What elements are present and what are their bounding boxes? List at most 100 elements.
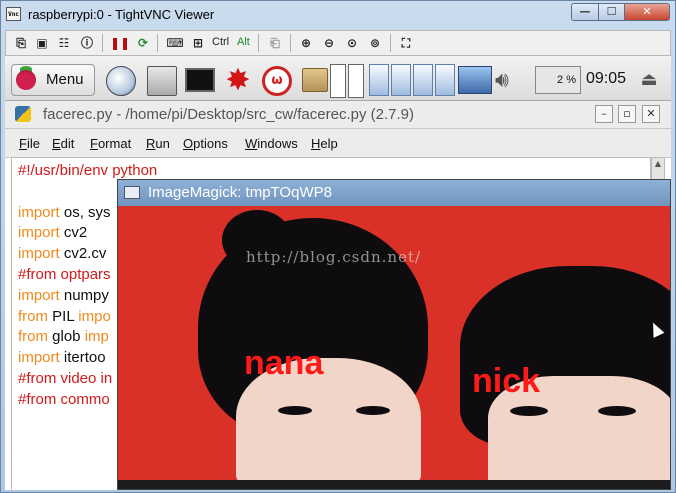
vnc-viewer-window: Vnc raspberrypi:0 - TightVNC Viewer — ☐ …	[0, 0, 676, 493]
vnc-close-button[interactable]: ✕	[624, 3, 670, 21]
face-label-nick: nick	[472, 362, 541, 400]
raspberry-pi-icon	[16, 70, 36, 90]
zoom-in-icon[interactable]: ⊕	[297, 34, 315, 52]
volume-icon[interactable]: 🔊︎	[495, 66, 525, 96]
new-connection-icon[interactable]: ⎘	[12, 34, 30, 52]
fullscreen-icon[interactable]: ⛶	[397, 34, 415, 52]
face-label-nana: nana	[244, 344, 324, 382]
imagemagick-window: ImageMagick: tmpTOqWP8 http://blog.csdn.…	[117, 179, 671, 490]
idle-maximize-button[interactable]: ▫	[618, 105, 636, 123]
idle-close-button[interactable]: ✕	[642, 105, 660, 123]
code-line: import cv2.cv	[18, 245, 106, 262]
wolfram-icon[interactable]: ω	[262, 66, 292, 96]
taskbar-window-button[interactable]	[435, 64, 455, 96]
code-keyword: imp	[84, 328, 109, 346]
taskbar-window-button[interactable]	[391, 64, 411, 96]
network-icon[interactable]	[458, 66, 492, 94]
taskbar-window-button[interactable]	[413, 64, 433, 96]
code-line: from PIL impo	[18, 308, 111, 325]
menu-windows[interactable]: Windows	[245, 136, 298, 151]
idle-minimize-button[interactable]: –	[595, 105, 613, 123]
imagemagick-window-title: ImageMagick: tmpTOqWP8	[148, 184, 332, 201]
toolbar-divider	[390, 34, 391, 52]
menu-label: Menu	[46, 71, 84, 88]
code-line: import cv2	[18, 224, 87, 241]
start-menu-button[interactable]: Menu	[11, 64, 95, 96]
code-keyword: import	[18, 203, 60, 221]
vnc-titlebar[interactable]: Vnc raspberrypi:0 - TightVNC Viewer — ☐ …	[1, 1, 676, 29]
idle-menubar: File Edit Format Run Options Windows Hel…	[5, 129, 671, 158]
scroll-up-icon[interactable]: ▲	[652, 158, 664, 170]
imagemagick-icon	[124, 186, 140, 199]
mathematica-icon[interactable]: ✸	[223, 66, 253, 96]
toolbar-divider	[290, 34, 291, 52]
code-keyword: from	[18, 307, 48, 325]
code-keyword: import	[18, 286, 60, 304]
vnc-app-icon: Vnc	[6, 7, 21, 21]
save-icon[interactable]: ▣	[33, 34, 51, 52]
menu-options[interactable]: Options	[183, 136, 228, 151]
imagemagick-titlebar[interactable]: ImageMagick: tmpTOqWP8	[118, 180, 670, 206]
web-browser-icon[interactable]	[106, 66, 136, 96]
code-line: #from commo	[18, 391, 110, 408]
watermark-text: http://blog.csdn.net/	[246, 248, 422, 266]
toolbar-divider	[258, 34, 259, 52]
zoom-out-icon[interactable]: ⊖	[320, 34, 338, 52]
code-comment: #from optpars	[18, 266, 111, 283]
info-icon[interactable]: ⓘ	[78, 34, 96, 52]
alt-key-button[interactable]: Alt	[237, 36, 250, 48]
code-comment: #!/usr/bin/env python	[18, 162, 158, 179]
code-text: glob	[48, 328, 85, 346]
cpu-usage: 2 %	[535, 66, 581, 94]
code-keyword: import	[18, 224, 60, 242]
refresh-icon[interactable]: ⟳	[134, 34, 152, 52]
taskbar-window-button[interactable]	[369, 64, 389, 96]
toolbar-divider	[157, 34, 158, 52]
ctrl-key-button[interactable]: Ctrl	[212, 36, 229, 48]
code-keyword: import	[18, 245, 60, 263]
toolbar-divider	[102, 34, 103, 52]
remote-desktop[interactable]: Menu ✸ ω 🔊︎ 2 % 09:05 ⏏ facerec.py - /ho…	[5, 56, 671, 490]
code-keyword: import	[18, 349, 60, 367]
code-text: PIL	[48, 307, 79, 325]
file-manager-icon[interactable]	[147, 66, 177, 96]
zoom-100-icon[interactable]: ⊙	[343, 34, 361, 52]
vnc-toolbar: ⎘ ▣ ☷ ⓘ ❚❚ ⟳ ⌨ ⊞ Ctrl Alt ⎗ ⊕ ⊖ ⊙ ⊚ ⛶	[5, 30, 671, 56]
document-icon[interactable]	[330, 64, 346, 98]
eye-shape	[356, 406, 390, 415]
folder-icon[interactable]	[302, 68, 328, 92]
win-key-icon[interactable]: ⊞	[189, 34, 207, 52]
zoom-fit-icon[interactable]: ⊚	[366, 34, 384, 52]
ctrl-alt-del-icon[interactable]: ⌨	[166, 34, 184, 52]
clock[interactable]: 09:05	[586, 70, 626, 88]
clipboard-icon[interactable]: ⎗	[266, 34, 284, 52]
pause-icon[interactable]: ❚❚	[110, 34, 130, 52]
code-line: #from optpars	[18, 266, 111, 283]
menu-run[interactable]: Run	[146, 136, 170, 151]
document-icon[interactable]	[348, 64, 364, 98]
code-text: os, sys	[59, 203, 111, 221]
idle-titlebar[interactable]: facerec.py - /home/pi/Desktop/src_cw/fac…	[5, 101, 671, 129]
eye-shape	[598, 406, 636, 416]
options-icon[interactable]: ☷	[55, 34, 73, 52]
menu-edit[interactable]: Edit	[52, 136, 74, 151]
vnc-maximize-button[interactable]: ☐	[598, 3, 625, 21]
code-text: cv2	[59, 224, 88, 242]
code-line: import numpy	[18, 287, 109, 304]
vnc-minimize-button[interactable]: —	[571, 3, 599, 21]
image-border	[118, 480, 670, 489]
menu-help[interactable]: Help	[311, 136, 338, 151]
code-text: cv2.cv	[59, 245, 107, 263]
code-text: itertoo	[59, 349, 106, 367]
code-keyword: impo	[78, 307, 111, 325]
eye-shape	[510, 406, 548, 416]
idle-window-title: facerec.py - /home/pi/Desktop/src_cw/fac…	[43, 106, 414, 123]
code-line: from glob imp	[18, 328, 109, 345]
menu-format[interactable]: Format	[90, 136, 131, 151]
terminal-icon[interactable]	[185, 68, 215, 92]
face-recognition-photo: http://blog.csdn.net/ nana nick	[118, 206, 670, 480]
menu-file[interactable]: File	[19, 136, 40, 151]
code-line: #!/usr/bin/env python	[18, 162, 157, 179]
code-line: import os, sys	[18, 204, 111, 221]
eject-icon[interactable]: ⏏	[637, 68, 661, 92]
